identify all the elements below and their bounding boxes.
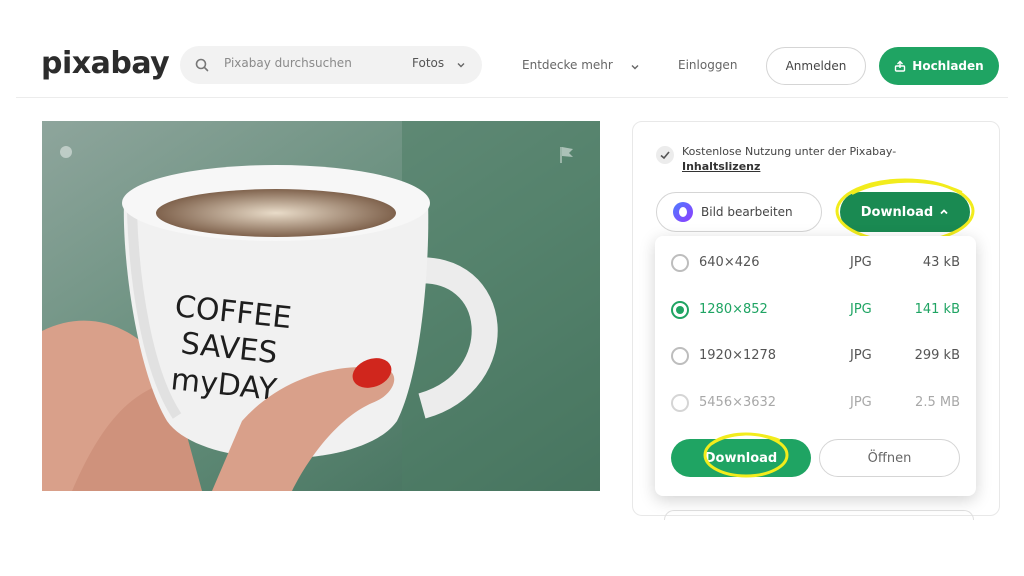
size-resolution: 1920×1278 xyxy=(699,348,777,363)
size-option[interactable]: 5456×3632 JPG 2.5 MB xyxy=(655,383,976,423)
size-filesize: 299 kB xyxy=(914,348,960,363)
discover-more-menu[interactable]: Entdecke mehr xyxy=(522,58,613,72)
license-check xyxy=(656,146,674,164)
chevron-down-icon xyxy=(457,63,465,68)
license-text: Kostenlose Nutzung unter der Pixabay- xyxy=(682,145,897,158)
radio-button-selected[interactable] xyxy=(671,301,689,319)
pixabay-logo[interactable]: pixabay xyxy=(41,46,170,82)
size-filesize: 2.5 MB xyxy=(915,395,960,410)
search-bar[interactable]: Pixabay durchsuchen Fotos xyxy=(180,46,482,84)
radio-button[interactable] xyxy=(671,254,689,272)
upload-button[interactable]: Hochladen xyxy=(879,47,999,85)
chevron-down-icon xyxy=(631,65,639,70)
size-filesize: 141 kB xyxy=(914,302,960,317)
main-photo[interactable]: COFFEE SAVES myDAY xyxy=(42,121,600,491)
search-input[interactable]: Pixabay durchsuchen xyxy=(224,56,352,70)
size-option[interactable]: 1920×1278 JPG 299 kB xyxy=(655,336,976,376)
radio-button[interactable] xyxy=(671,394,689,412)
register-button[interactable]: Anmelden xyxy=(766,47,866,85)
size-resolution: 640×426 xyxy=(699,255,760,270)
radio-button[interactable] xyxy=(671,347,689,365)
header-divider xyxy=(16,97,1008,98)
coffee-mug-image: COFFEE SAVES myDAY xyxy=(42,121,600,491)
size-format: JPG xyxy=(850,348,872,363)
register-button-label: Anmelden xyxy=(785,59,847,73)
edit-image-label: Bild bearbeiten xyxy=(701,205,793,219)
search-type-select[interactable]: Fotos xyxy=(412,56,444,70)
size-filesize: 43 kB xyxy=(922,255,960,270)
size-format: JPG xyxy=(850,255,872,270)
highlight-circle xyxy=(703,432,789,478)
login-link[interactable]: Einloggen xyxy=(678,58,737,72)
size-resolution: 1280×852 xyxy=(699,302,768,317)
panel-next-section xyxy=(664,510,974,520)
open-button[interactable]: Öffnen xyxy=(819,439,960,477)
upload-button-label: Hochladen xyxy=(912,59,984,73)
overlay-circle-icon[interactable] xyxy=(60,146,72,158)
search-icon xyxy=(195,58,209,72)
edit-image-button[interactable]: Bild bearbeiten xyxy=(656,192,822,232)
license-link[interactable]: Inhaltslizenz xyxy=(682,160,760,173)
size-format: JPG xyxy=(850,395,872,410)
size-option[interactable]: 640×426 JPG 43 kB xyxy=(655,243,976,283)
top-header: pixabay Pixabay durchsuchen Fotos Entdec… xyxy=(0,0,1024,98)
open-button-label: Öffnen xyxy=(867,450,912,466)
edit-app-icon xyxy=(673,202,693,222)
check-icon xyxy=(660,151,670,160)
license-note: Kostenlose Nutzung unter der Pixabay- In… xyxy=(682,144,942,174)
size-resolution: 5456×3632 xyxy=(699,395,777,410)
size-option[interactable]: 1280×852 JPG 141 kB xyxy=(655,290,976,330)
size-format: JPG xyxy=(850,302,872,317)
upload-icon xyxy=(895,60,906,72)
